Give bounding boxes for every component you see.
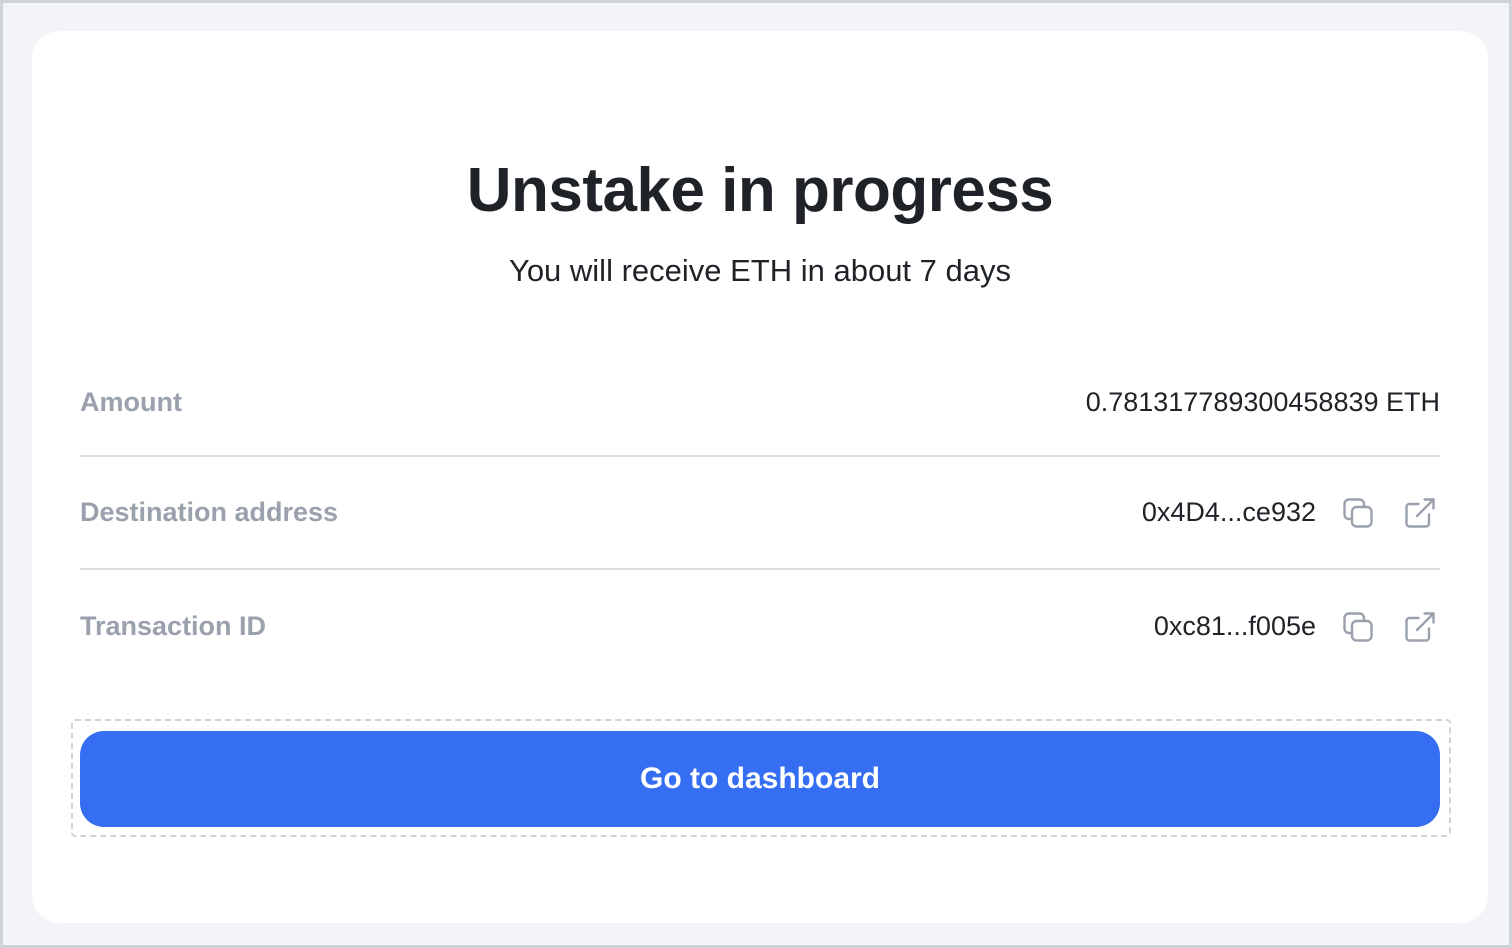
external-link-icon bbox=[1405, 611, 1435, 642]
detail-value-wrap-transaction-id: 0xc81...f005e bbox=[1154, 607, 1440, 647]
page-title: Unstake in progress bbox=[466, 156, 1054, 225]
copy-address-button[interactable] bbox=[1338, 493, 1378, 533]
detail-row-destination-address: Destination address 0x4D4...ce932 bbox=[80, 457, 1440, 570]
detail-label-amount: Amount bbox=[80, 386, 182, 417]
detail-value-wrap-destination-address: 0x4D4...ce932 bbox=[1142, 493, 1440, 533]
page-subtitle: You will receive ETH in about 7 days bbox=[508, 253, 1011, 288]
copy-icon bbox=[1343, 497, 1373, 528]
open-transaction-external-button[interactable] bbox=[1400, 607, 1440, 647]
external-link-icon bbox=[1405, 497, 1435, 528]
detail-value-transaction-id: 0xc81...f005e bbox=[1153, 611, 1316, 641]
detail-label-transaction-id: Transaction ID bbox=[80, 611, 267, 641]
details-list: Amount 0.781317789300458839 ETH Destinat… bbox=[80, 349, 1440, 683]
unstake-status-card: Unstake in progress You will receive ETH… bbox=[32, 31, 1488, 923]
copy-icon bbox=[1343, 611, 1373, 642]
window-frame: Unstake in progress You will receive ETH… bbox=[0, 0, 1512, 948]
go-to-dashboard-button[interactable]: Go to dashboard bbox=[80, 731, 1440, 827]
open-address-external-button[interactable] bbox=[1400, 493, 1440, 533]
detail-value-destination-address: 0x4D4...ce932 bbox=[1141, 497, 1316, 527]
copy-transaction-id-button[interactable] bbox=[1338, 607, 1378, 647]
detail-value-amount: 0.781317789300458839 ETH bbox=[1085, 386, 1440, 417]
detail-value-wrap-amount: 0.781317789300458839 ETH bbox=[1086, 387, 1440, 418]
detail-label-destination-address: Destination address bbox=[80, 497, 339, 527]
detail-row-transaction-id: Transaction ID 0xc81...f005e bbox=[80, 570, 1440, 683]
detail-row-amount: Amount 0.781317789300458839 ETH bbox=[80, 349, 1440, 457]
